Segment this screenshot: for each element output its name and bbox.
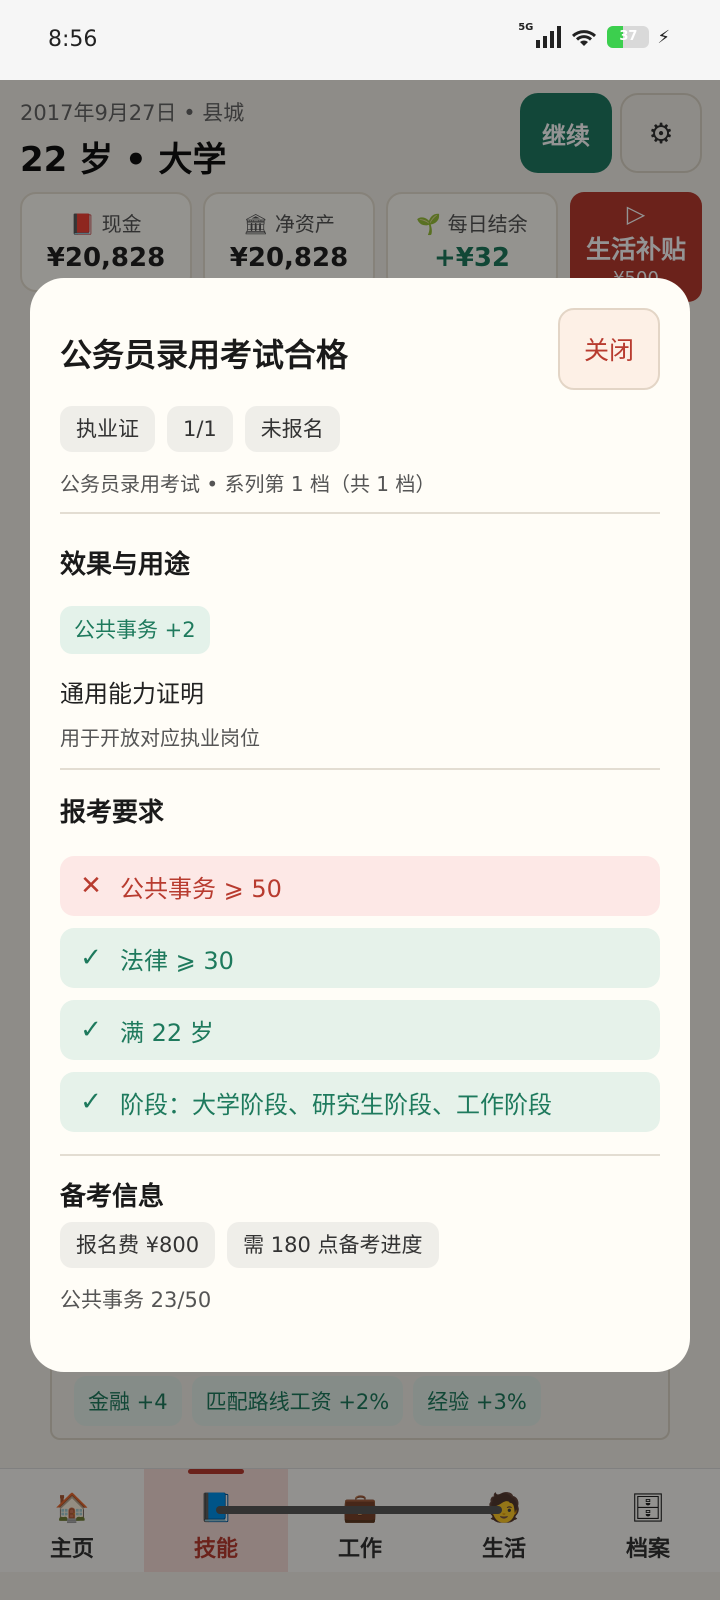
requirement-text: 阶段：大学阶段、研究生阶段、工作阶段 bbox=[120, 1090, 552, 1119]
check-icon: ✓ bbox=[80, 943, 102, 973]
requirement-text: 满 22 岁 bbox=[120, 1018, 214, 1047]
divider bbox=[60, 1154, 660, 1156]
requirements-title: 报考要求 bbox=[60, 798, 165, 828]
requirement-item: ✕ 公共事务 ⩾ 50 bbox=[60, 856, 660, 916]
network-type: 5G bbox=[518, 21, 534, 33]
signal-icon bbox=[536, 26, 562, 48]
home-indicator[interactable] bbox=[216, 1506, 502, 1514]
fee-tag: 报名费 ¥800 bbox=[60, 1222, 216, 1268]
divider bbox=[60, 768, 660, 770]
requirement-text: 公共事务 ⩾ 50 bbox=[120, 874, 282, 903]
divider bbox=[60, 512, 660, 514]
close-button[interactable]: 关闭 bbox=[558, 308, 660, 390]
effect-main: 通用能力证明 bbox=[60, 680, 204, 708]
series-info: 公务员录用考试 • 系列第 1 档（共 1 档） bbox=[60, 472, 436, 496]
requirement-item: ✓ 阶段：大学阶段、研究生阶段、工作阶段 bbox=[60, 1072, 660, 1132]
requirement-item: ✓ 满 22 岁 bbox=[60, 1000, 660, 1060]
effect-description: 用于开放对应执业岗位 bbox=[60, 726, 260, 750]
status-bar: 8:56 5G 37 ⚡ bbox=[0, 0, 720, 80]
check-icon: ✓ bbox=[80, 1087, 102, 1117]
tag-status: 未报名 bbox=[244, 406, 340, 452]
effects-title: 效果与用途 bbox=[60, 550, 191, 580]
modal-tags: 执业证 1/1 未报名 bbox=[60, 406, 340, 452]
charging-icon: ⚡ bbox=[657, 26, 670, 48]
prep-title: 备考信息 bbox=[60, 1182, 165, 1212]
certificate-detail-modal: 公务员录用考试合格 关闭 执业证 1/1 未报名 公务员录用考试 • 系列第 1… bbox=[30, 278, 690, 1372]
prep-tags: 报名费 ¥800 需 180 点备考进度 bbox=[60, 1222, 439, 1268]
status-icons: 5G 37 ⚡ bbox=[518, 22, 670, 48]
effect-chip: 公共事务 +2 bbox=[60, 606, 210, 654]
requirement-text: 法律 ⩾ 30 bbox=[120, 946, 234, 975]
status-time: 8:56 bbox=[48, 27, 98, 52]
prep-note: 公共事务 23/50 bbox=[60, 1288, 212, 1312]
battery-indicator: 37 bbox=[607, 26, 650, 48]
cross-icon: ✕ bbox=[80, 871, 102, 901]
progress-tag: 需 180 点备考进度 bbox=[227, 1222, 439, 1268]
tag-type: 执业证 bbox=[60, 406, 155, 452]
wifi-icon bbox=[572, 30, 597, 46]
modal-title: 公务员录用考试合格 bbox=[60, 336, 349, 374]
requirement-item: ✓ 法律 ⩾ 30 bbox=[60, 928, 660, 988]
check-icon: ✓ bbox=[80, 1015, 102, 1045]
tag-tier: 1/1 bbox=[167, 406, 233, 452]
